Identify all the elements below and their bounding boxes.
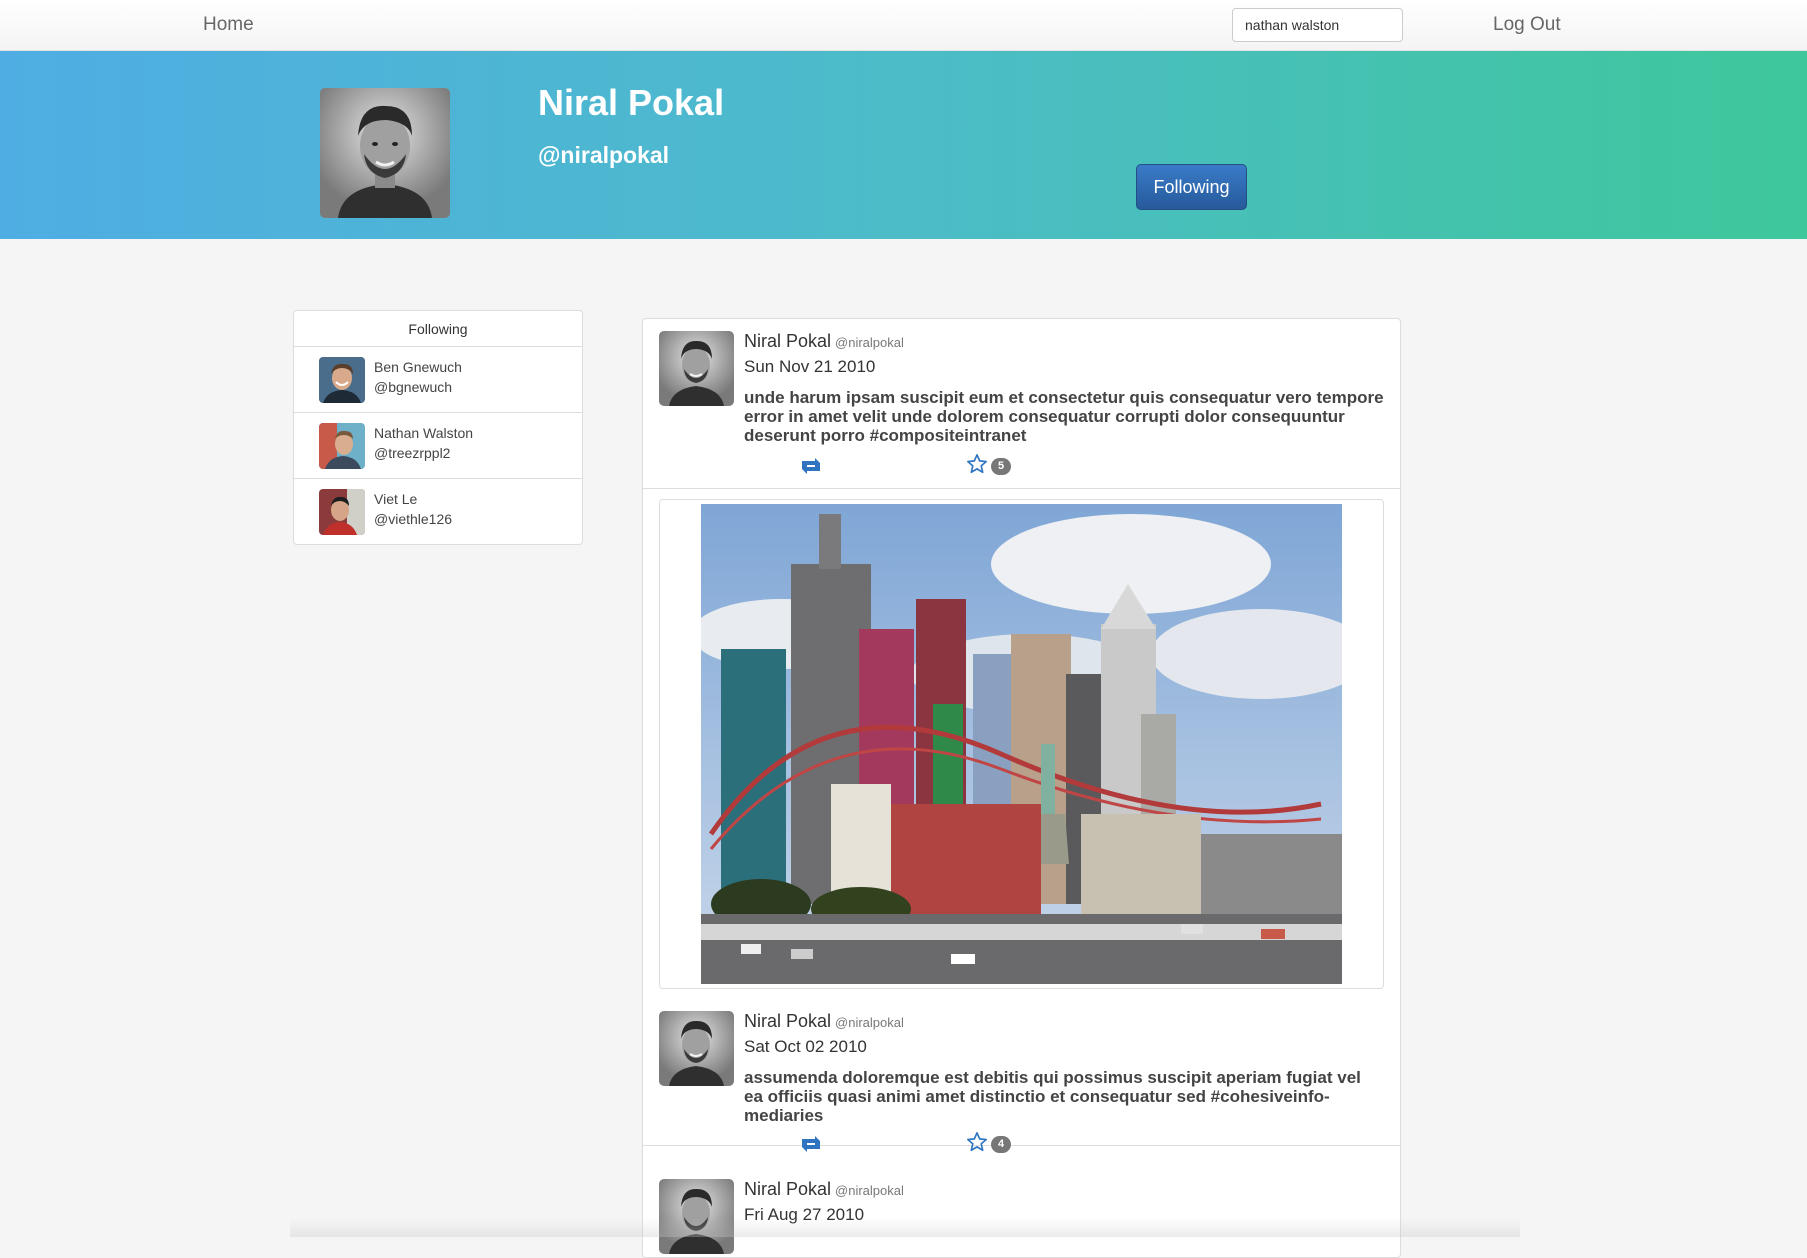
tweet-author: Niral Pokal @niralpokal xyxy=(744,1011,904,1032)
tweet-author-name: Niral Pokal xyxy=(744,331,832,351)
following-name: Viet Le xyxy=(374,491,418,507)
tweet-avatar xyxy=(659,331,734,406)
tweet-avatar xyxy=(659,1179,734,1254)
tweet-date: Fri Aug 27 2010 xyxy=(744,1205,865,1224)
search-input[interactable] xyxy=(1232,8,1403,42)
tweet-date: Sun Nov 21 2010 xyxy=(744,357,876,376)
tweet-author: Niral Pokal @niralpokal xyxy=(744,331,904,352)
profile-header: Niral Pokal @niralpokal Following xyxy=(0,51,1807,239)
star-icon[interactable] xyxy=(966,1131,988,1153)
following-panel-title: Following xyxy=(294,311,582,347)
following-name: Nathan Walston xyxy=(374,425,474,441)
top-navbar: Home Log Out xyxy=(0,0,1807,51)
following-name: Ben Gnewuch xyxy=(374,359,462,375)
tweet-author-handle: @niralpokal xyxy=(835,1183,904,1198)
tweet-author-name: Niral Pokal xyxy=(744,1011,832,1031)
tweet-author-handle: @niralpokal xyxy=(835,335,904,350)
following-handle: @viethle126 xyxy=(374,511,453,527)
home-link[interactable]: Home xyxy=(203,14,254,36)
tweet-author-name: Niral Pokal xyxy=(744,1179,832,1199)
tweet-text: assumenda doloremque est debitis qui pos… xyxy=(744,1068,1361,1125)
tweet: Niral Pokal @niralpokal Sun Nov 21 2010 u… xyxy=(643,319,1400,489)
following-list-item[interactable]: Viet Le @viethle126 xyxy=(294,479,582,545)
retweet-icon[interactable] xyxy=(798,455,824,477)
tweet-photo-card xyxy=(659,499,1384,989)
star-count-badge: 4 xyxy=(991,1136,1011,1153)
tweet-photo[interactable] xyxy=(701,504,1342,984)
avatar xyxy=(319,357,365,403)
profile-name: Niral Pokal xyxy=(538,82,725,123)
avatar xyxy=(319,423,365,469)
following-list-item[interactable]: Ben Gnewuch @bgnewuch xyxy=(294,347,582,413)
following-list-item[interactable]: Nathan Walston @treezrppl2 xyxy=(294,413,582,479)
star-icon[interactable] xyxy=(966,453,988,475)
tweet-author: Niral Pokal @niralpokal xyxy=(744,1179,904,1200)
tweet-date: Sat Oct 02 2010 xyxy=(744,1037,867,1056)
following-button[interactable]: Following xyxy=(1136,164,1247,210)
tweet-avatar xyxy=(659,1011,734,1086)
tweet: Niral Pokal @niralpokal Fri Aug 27 2010 xyxy=(643,1167,1400,1257)
tweet: Niral Pokal @niralpokal Sat Oct 02 2010 a… xyxy=(643,999,1400,1153)
profile-avatar xyxy=(320,88,450,218)
avatar xyxy=(319,489,365,535)
tweet-author-handle: @niralpokal xyxy=(835,1015,904,1030)
tweet-text: unde harum ipsam suscipit eum et consect… xyxy=(744,388,1384,445)
following-handle: @bgnewuch xyxy=(374,379,453,395)
following-panel: Following Ben Gnewuch @bgnewuch Nathan W… xyxy=(293,310,583,545)
following-handle: @treezrppl2 xyxy=(374,445,451,461)
star-count-badge: 5 xyxy=(991,458,1011,475)
tweet-feed: Niral Pokal @niralpokal Sun Nov 21 2010 u… xyxy=(642,318,1401,1258)
logout-link[interactable]: Log Out xyxy=(1493,14,1561,36)
retweet-icon[interactable] xyxy=(798,1133,824,1155)
profile-handle: @niralpokal xyxy=(538,142,670,168)
